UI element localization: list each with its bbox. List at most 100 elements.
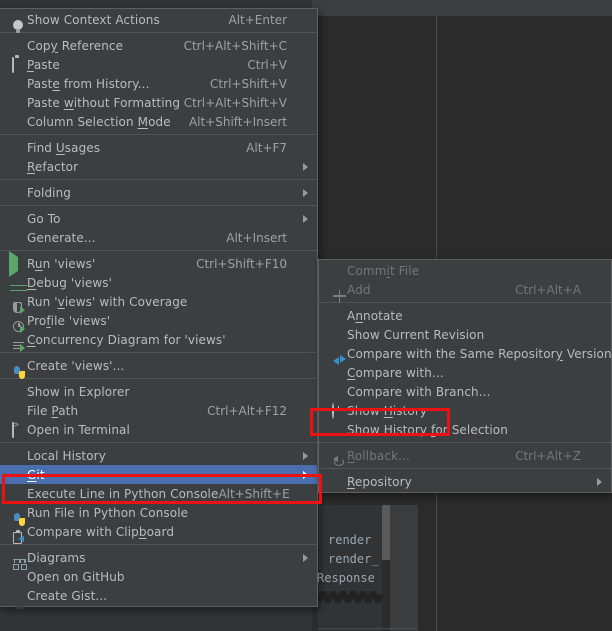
menu-item-add: AddCtrl+Alt+A	[319, 280, 611, 299]
menu-item-label: Debug 'views'	[27, 276, 297, 290]
menu-item-label: Paste from History...	[27, 77, 210, 91]
menu-item-run-views-with-coverage[interactable]: Run 'views' with Coverage	[0, 292, 317, 311]
menu-item-folding[interactable]: Folding	[0, 183, 317, 202]
menu-item-generate[interactable]: Generate...Alt+Insert	[0, 228, 317, 247]
menu-item-show-history-for-selection[interactable]: Show History for Selection	[319, 420, 611, 439]
menu-item-repository[interactable]: Repository	[319, 472, 611, 491]
menu-item-open-on-github[interactable]: Open on GitHub	[0, 567, 317, 586]
menu-item-label: Show History for Selection	[347, 423, 591, 437]
menu-item-paste-without-formatting[interactable]: Paste without FormattingCtrl+Alt+Shift+V	[0, 93, 317, 112]
code-line: render_	[328, 550, 379, 569]
run-icon	[9, 257, 18, 271]
menu-item-compare-with-clipboard[interactable]: Compare with Clipboard	[0, 522, 317, 541]
menu-item-shortcut: Alt+Shift+Insert	[189, 115, 297, 129]
menu-separator	[319, 442, 611, 443]
menu-item-diagrams[interactable]: Diagrams	[0, 548, 317, 567]
menu-item-compare-with-the-same-repository-version[interactable]: Compare with the Same Repository Version	[319, 344, 611, 363]
editor-scrollbar-thumb[interactable]	[382, 505, 390, 560]
chevron-right-icon	[297, 215, 317, 223]
menu-item-show-context-actions[interactable]: Show Context ActionsAlt+Enter	[0, 10, 317, 29]
menu-item-shortcut: Ctrl+Alt+F12	[207, 404, 297, 418]
menu-item-label: Show History	[347, 404, 591, 418]
error-squiggle-icon	[318, 591, 382, 603]
code-line: Response	[318, 569, 375, 588]
menu-item-label: Compare with Branch...	[347, 385, 591, 399]
menu-separator	[0, 32, 317, 33]
menu-item-find-usages[interactable]: Find UsagesAlt+F7	[0, 138, 317, 157]
menu-item-execute-line-in-python-console[interactable]: Execute Line in Python ConsoleAlt+Shift+…	[0, 484, 317, 503]
menu-separator	[0, 179, 317, 180]
menu-item-shortcut: Ctrl+Alt+A	[515, 283, 591, 297]
menu-separator	[0, 134, 317, 135]
menu-item-label: Repository	[347, 475, 591, 489]
menu-item-label: Go To	[27, 212, 297, 226]
menu-item-label: Create Gist...	[27, 589, 297, 603]
menu-separator	[0, 250, 317, 251]
menu-item-local-history[interactable]: Local History	[0, 446, 317, 465]
menu-item-profile-views[interactable]: Profile 'views'	[0, 311, 317, 330]
menu-item-label: Diagrams	[27, 551, 297, 565]
menu-item-file-path[interactable]: File PathCtrl+Alt+F12	[0, 401, 317, 420]
menu-item-copy-reference[interactable]: Copy ReferenceCtrl+Alt+Shift+C	[0, 36, 317, 55]
menu-item-compare-with[interactable]: Compare with...	[319, 363, 611, 382]
menu-item-label: Create 'views'...	[27, 359, 297, 373]
menu-item-show-in-explorer[interactable]: Show in Explorer	[0, 382, 317, 401]
menu-item-label: Run File in Python Console	[27, 506, 297, 520]
menu-item-column-selection-mode[interactable]: Column Selection ModeAlt+Shift+Insert	[0, 112, 317, 131]
menu-item-open-in-terminal[interactable]: Open in Terminal	[0, 420, 317, 439]
git-submenu[interactable]: Commit File AddCtrl+Alt+A Annotate Show Cur…	[318, 259, 612, 493]
menu-item-show-history[interactable]: Show History	[319, 401, 611, 420]
menu-separator	[0, 352, 317, 353]
menu-item-label: Copy Reference	[27, 39, 184, 53]
menu-item-label: Profile 'views'	[27, 314, 297, 328]
editor-code-column-secondary	[390, 505, 418, 631]
terminal-icon	[12, 423, 14, 437]
menu-item-shortcut: Alt+Shift+E	[218, 487, 299, 501]
menu-item-git[interactable]: Git	[0, 465, 317, 484]
chevron-right-icon	[297, 189, 317, 197]
menu-item-concurrency-diagram-for-views[interactable]: Concurrency Diagram for 'views'	[0, 330, 317, 349]
menu-item-refactor[interactable]: Refactor	[0, 157, 317, 176]
menu-item-run-file-in-python-console[interactable]: Run File in Python Console	[0, 503, 317, 522]
menu-item-label: Commit File	[347, 264, 591, 278]
menu-item-paste[interactable]: PasteCtrl+V	[0, 55, 317, 74]
chevron-right-icon	[297, 471, 317, 479]
menu-item-label: Execute Line in Python Console	[27, 487, 218, 501]
menu-item-label: File Path	[27, 404, 207, 418]
menu-item-icon-slot	[0, 423, 27, 437]
menu-item-label: Add	[347, 283, 515, 297]
menu-item-label: Refactor	[27, 160, 297, 174]
menu-item-shortcut: Alt+Enter	[228, 13, 297, 27]
menu-item-icon-slot	[319, 404, 347, 418]
menu-item-rollback: Rollback...Ctrl+Alt+Z	[319, 446, 611, 465]
menu-item-label: Show Current Revision	[347, 328, 591, 342]
menu-item-paste-from-history[interactable]: Paste from History...Ctrl+Shift+V	[0, 74, 317, 93]
menu-item-icon-slot	[0, 58, 27, 72]
menu-item-commit-file: Commit File	[319, 261, 611, 280]
menu-item-label: Rollback...	[347, 449, 515, 463]
menu-item-show-current-revision[interactable]: Show Current Revision	[319, 325, 611, 344]
menu-item-label: Paste without Formatting	[27, 96, 184, 110]
menu-item-label: Compare with the Same Repository Version	[347, 347, 612, 361]
editor-context-menu[interactable]: Show Context ActionsAlt+Enter Copy Refere…	[0, 8, 318, 607]
editor-bottom-border	[318, 628, 418, 629]
menu-item-label: Show Context Actions	[27, 13, 228, 27]
menu-item-label: Annotate	[347, 309, 591, 323]
menu-item-label: Local History	[27, 449, 297, 463]
menu-item-create-views[interactable]: Create 'views'...	[0, 356, 317, 375]
clock-icon	[332, 404, 334, 418]
menu-item-shortcut: Ctrl+Alt+Shift+V	[184, 96, 297, 110]
menu-item-shortcut: Ctrl+Alt+Shift+C	[184, 39, 297, 53]
menu-item-debug-views[interactable]: Debug 'views'	[0, 273, 317, 292]
menu-item-annotate[interactable]: Annotate	[319, 306, 611, 325]
chevron-right-icon	[591, 478, 611, 486]
menu-item-compare-with-branch[interactable]: Compare with Branch...	[319, 382, 611, 401]
code-line: render	[328, 531, 371, 550]
menu-item-label: Compare with Clipboard	[27, 525, 297, 539]
menu-item-label: Concurrency Diagram for 'views'	[27, 333, 297, 347]
menu-item-go-to[interactable]: Go To	[0, 209, 317, 228]
menu-item-create-gist[interactable]: Create Gist...	[0, 586, 317, 605]
menu-item-shortcut: Alt+F7	[246, 141, 297, 155]
editor-code-fragment: render render_ Response	[318, 505, 382, 631]
menu-item-run-views[interactable]: Run 'views'Ctrl+Shift+F10	[0, 254, 317, 273]
